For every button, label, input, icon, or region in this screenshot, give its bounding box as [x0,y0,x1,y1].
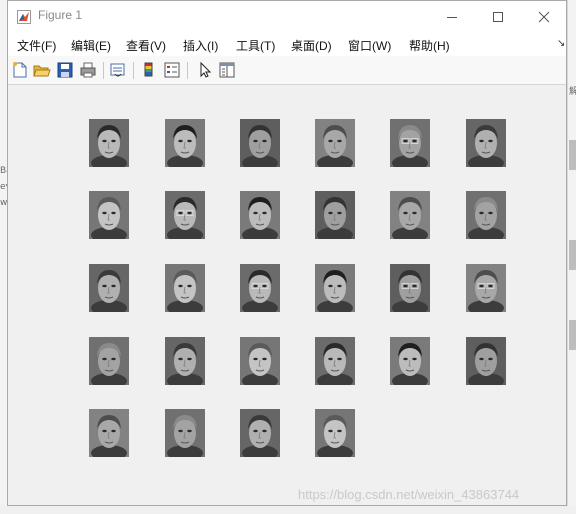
face-image-subplot [466,119,506,167]
close-icon [538,11,550,22]
face-image-subplot [240,337,280,385]
menu-desktop[interactable]: 桌面(D) [291,37,332,54]
watermark: https://blog.csdn.net/weixin_43863744 [298,487,520,502]
dock-arrow-icon[interactable]: ↘ [557,38,565,49]
background-text-fragment: 解 [569,87,576,97]
menu-view[interactable]: 查看(V) [126,37,166,54]
menu-help[interactable]: 帮助(H) [409,37,450,54]
face-image-subplot [89,264,129,312]
maximize-icon [493,11,503,22]
menu-edit[interactable]: 编辑(E) [71,37,111,54]
open-file-icon [33,65,51,77]
new-figure-button[interactable] [11,61,29,79]
face-image-subplot [165,337,205,385]
background-taskbar-strip [0,506,576,514]
menu-tools[interactable]: 工具(T) [236,37,275,54]
face-image-subplot [89,119,129,167]
insert-legend-button[interactable] [163,61,181,79]
link-plot-button[interactable] [109,61,127,79]
face-image-subplot [165,264,205,312]
open-file-button[interactable] [33,61,51,79]
background-image-fragment [569,320,576,350]
face-image-subplot [240,119,280,167]
matlab-icon [17,9,31,24]
toolbar-separator [133,62,134,79]
face-image-subplot [390,337,430,385]
face-image-subplot [390,264,430,312]
face-image-subplot [466,264,506,312]
face-image-subplot [240,409,280,457]
background-image-fragment [569,140,576,170]
toolbar-separator [103,62,104,79]
menu-window[interactable]: 窗口(W) [348,37,391,54]
save-icon [57,62,73,78]
insert-colorbar-icon [144,62,153,77]
face-image-subplot [89,409,129,457]
face-image-subplot [390,119,430,167]
close-button[interactable] [521,1,567,32]
save-button[interactable] [56,61,74,79]
face-image-subplot [466,337,506,385]
face-image-subplot [466,191,506,239]
face-image-subplot [315,337,355,385]
background-window-right: 解 [567,0,576,514]
face-image-subplot [240,264,280,312]
face-image-subplot [315,119,355,167]
minimize-button[interactable] [429,1,475,32]
face-image-subplot [315,409,355,457]
title-bar[interactable]: Figure 1 [8,1,566,32]
face-image-subplot [240,191,280,239]
window-title: Figure 1 [38,8,83,22]
face-image-subplot [165,191,205,239]
property-inspector-button[interactable] [218,61,236,79]
edit-plot-icon [200,61,212,78]
face-image-subplot [390,191,430,239]
print-button[interactable] [79,61,97,79]
face-image-subplot [165,409,205,457]
face-image-subplot [315,264,355,312]
menu-bar: 文件(F) 编辑(E) 查看(V) 插入(I) 工具(T) 桌面(D) 窗口(W… [8,32,566,56]
figure-window: Figure 1 文件(F) 编辑(E) 查看(V) 插入(I) 工具(T) 桌… [7,0,567,506]
edit-plot-button[interactable] [196,61,214,79]
menu-insert[interactable]: 插入(I) [183,37,218,54]
link-plot-icon [110,63,125,77]
insert-legend-icon [164,62,180,78]
toolbar [8,56,566,85]
minimize-icon [447,16,457,18]
figure-canvas[interactable] [8,85,566,505]
menu-file[interactable]: 文件(F) [17,37,56,54]
insert-colorbar-button[interactable] [140,61,158,79]
face-image-subplot [89,337,129,385]
face-image-subplot [315,191,355,239]
background-image-fragment [569,240,576,270]
maximize-button[interactable] [475,1,521,32]
property-inspector-icon [219,62,235,78]
toolbar-separator [187,62,188,79]
new-figure-icon [13,62,27,78]
face-image-subplot [165,119,205,167]
print-icon [80,62,96,78]
face-image-subplot [89,191,129,239]
